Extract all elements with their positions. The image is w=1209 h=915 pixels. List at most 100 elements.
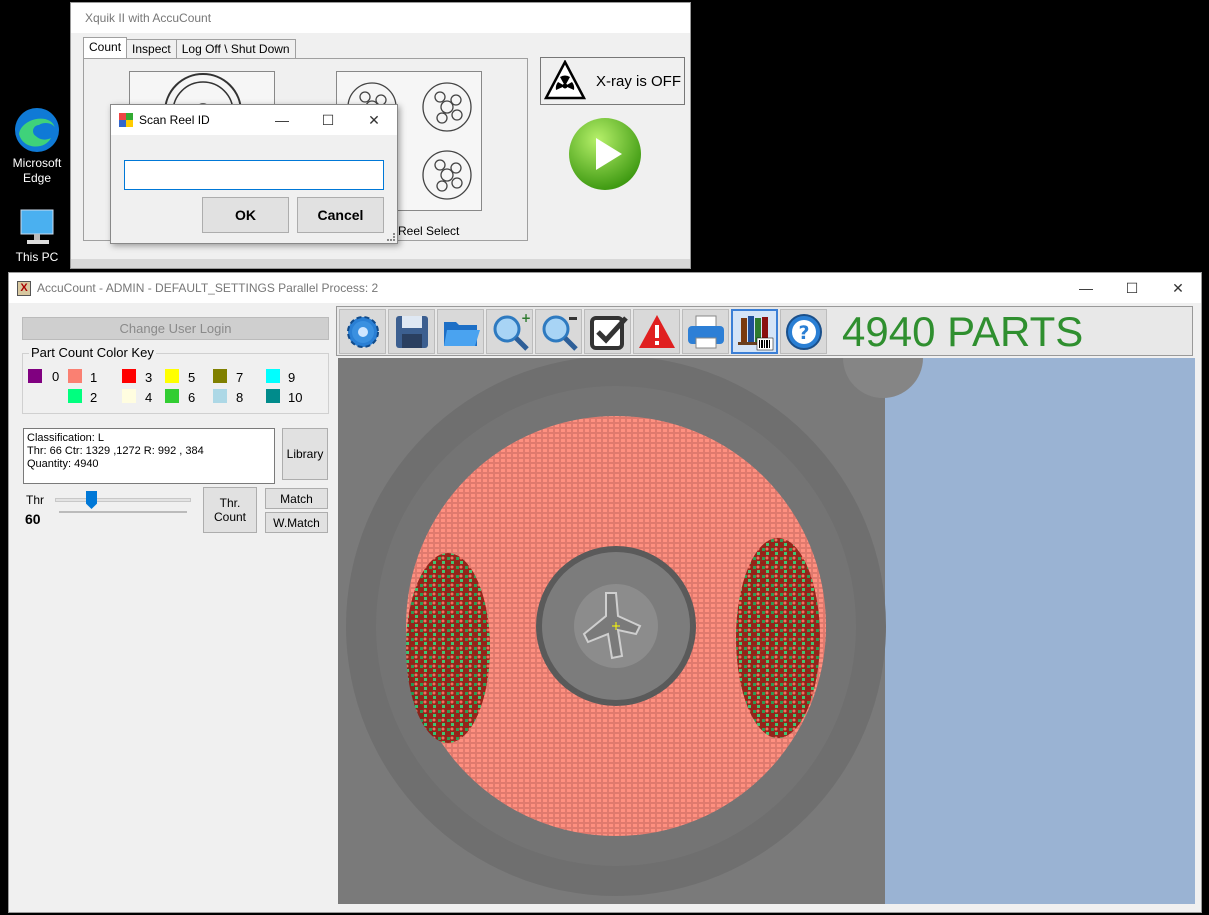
desktop-icon-this-pc[interactable]: This PC: [2, 208, 72, 265]
match-button[interactable]: Match: [265, 488, 328, 509]
slider-track: [55, 498, 191, 502]
edge-icon: [13, 106, 61, 154]
zoom-in-button[interactable]: +: [486, 309, 533, 354]
desktop-icon-label: This PC: [15, 250, 59, 264]
zoom-out-icon: [542, 315, 578, 351]
color-swatch-8: [213, 389, 227, 403]
accucount-app-icon: X: [17, 280, 31, 296]
save-icon: [395, 315, 428, 348]
close-icon[interactable]: ✕: [351, 105, 397, 135]
color-key-number: 7: [236, 370, 244, 385]
checkbox-icon: [589, 315, 628, 350]
svg-text:?: ?: [798, 322, 809, 344]
change-user-login-button[interactable]: Change User Login: [22, 317, 329, 340]
color-swatch-7: [213, 369, 227, 383]
color-key-number: 9: [288, 370, 296, 385]
classification-text: Classification: L: [27, 432, 105, 444]
color-key-number: 6: [188, 390, 196, 405]
color-key-number: 4: [145, 390, 153, 405]
dialog-title: Scan Reel ID: [139, 113, 210, 127]
xquik-bottom-strip: [71, 259, 690, 268]
color-swatch-10: [266, 389, 280, 403]
window-title: AccuCount - ADMIN - DEFAULT_SETTINGS Par…: [37, 281, 379, 295]
minimize-icon[interactable]: —: [1063, 273, 1109, 303]
color-swatch-5: [165, 369, 179, 383]
play-icon: [569, 118, 641, 190]
color-key-number: 1: [90, 370, 98, 385]
minimize-icon[interactable]: —: [259, 105, 305, 135]
classification-info-box: Classification: L Thr: 66 Ctr: 1329 ,127…: [23, 428, 275, 484]
xray-status-button[interactable]: X-ray is OFF: [540, 57, 685, 105]
tab-strip: Count Inspect Log Off \ Shut Down: [83, 37, 296, 58]
threshold-center-text: Thr: 66 Ctr: 1329 ,1272 R: 992 , 384: [27, 445, 204, 457]
tab-inspect[interactable]: Inspect: [126, 39, 177, 58]
maximize-icon[interactable]: ☐: [305, 105, 351, 135]
window-title: Xquik II with AccuCount: [85, 11, 212, 25]
color-swatch-3: [122, 369, 136, 383]
main-toolbar: + ? 4940 PARTS: [336, 306, 1193, 356]
radiation-icon: [544, 60, 586, 100]
accucount-window: X AccuCount - ADMIN - DEFAULT_SETTINGS P…: [8, 272, 1202, 913]
zoom-in-icon: +: [493, 312, 530, 351]
scan-reel-dialog: Scan Reel ID — ☐ ✕ OK Cancel: [110, 104, 398, 244]
color-key-title: Part Count Color Key: [29, 345, 156, 360]
part-count-color-key: Part Count Color Key 0 1 3 5 7 9 2 4 6 8…: [22, 345, 329, 414]
dialog-titlebar: Scan Reel ID — ☐ ✕: [111, 105, 397, 135]
library-barcode-icon: [737, 315, 773, 350]
parts-count-display: 4940 PARTS: [842, 308, 1084, 355]
color-key-number: 0: [52, 369, 60, 384]
gear-icon: [346, 315, 379, 348]
library-barcode-button[interactable]: [731, 309, 778, 354]
verify-button[interactable]: [584, 309, 631, 354]
threshold-count-label: Thr.: [219, 496, 241, 510]
color-swatch-2: [68, 389, 82, 403]
library-button[interactable]: Library: [282, 428, 328, 480]
color-swatch-0: [28, 369, 42, 383]
settings-button[interactable]: [339, 309, 386, 354]
save-button[interactable]: [388, 309, 435, 354]
print-button[interactable]: [682, 309, 729, 354]
threshold-count-label: Count: [213, 510, 247, 524]
svg-text:+: +: [521, 312, 530, 325]
color-swatch-6: [165, 389, 179, 403]
slider-thumb[interactable]: [86, 491, 97, 509]
reel-select-label: Reel Select: [398, 224, 460, 238]
start-button[interactable]: [567, 117, 645, 195]
dialog-app-icon: [119, 113, 133, 127]
xray-status-label: X-ray is OFF: [596, 72, 681, 90]
open-button[interactable]: [437, 309, 484, 354]
color-swatch-1: [68, 369, 82, 383]
maximize-icon[interactable]: ☐: [1109, 273, 1155, 303]
color-key-number: 10: [288, 390, 303, 405]
tab-count[interactable]: Count: [83, 37, 128, 58]
help-icon: ?: [785, 313, 822, 350]
computer-icon: [15, 208, 59, 248]
xray-image-view[interactable]: [338, 358, 1195, 904]
alert-button[interactable]: [633, 309, 680, 354]
slider-ticks: [59, 511, 187, 513]
color-key-number: 8: [236, 390, 244, 405]
tab-log-off[interactable]: Log Off \ Shut Down: [175, 39, 296, 58]
cancel-button[interactable]: Cancel: [297, 197, 384, 233]
threshold-label: Thr: [26, 493, 44, 507]
threshold-count-button[interactable]: Thr. Count: [203, 487, 257, 533]
accucount-titlebar: X AccuCount - ADMIN - DEFAULT_SETTINGS P…: [9, 273, 1201, 303]
reel-id-input[interactable]: [124, 160, 384, 190]
color-key-number: 3: [145, 370, 153, 385]
threshold-slider[interactable]: [55, 491, 193, 515]
color-swatch-4: [122, 389, 136, 403]
help-button[interactable]: ?: [780, 309, 827, 354]
quantity-text: Quantity: 4940: [27, 458, 99, 470]
resize-grip-icon[interactable]: [387, 233, 395, 241]
close-icon[interactable]: ✕: [1155, 273, 1201, 303]
desktop-icon-edge[interactable]: Microsoft Edge: [2, 106, 72, 186]
w-match-button[interactable]: W.Match: [265, 512, 328, 533]
color-swatch-9: [266, 369, 280, 383]
zoom-out-button[interactable]: [535, 309, 582, 354]
desktop-icon-label: Edge: [22, 171, 52, 185]
desktop-icon-label: Microsoft: [12, 156, 62, 170]
ok-button[interactable]: OK: [202, 197, 289, 233]
warning-icon: [638, 314, 675, 348]
folder-open-icon: [443, 321, 480, 346]
color-key-number: 5: [188, 370, 196, 385]
